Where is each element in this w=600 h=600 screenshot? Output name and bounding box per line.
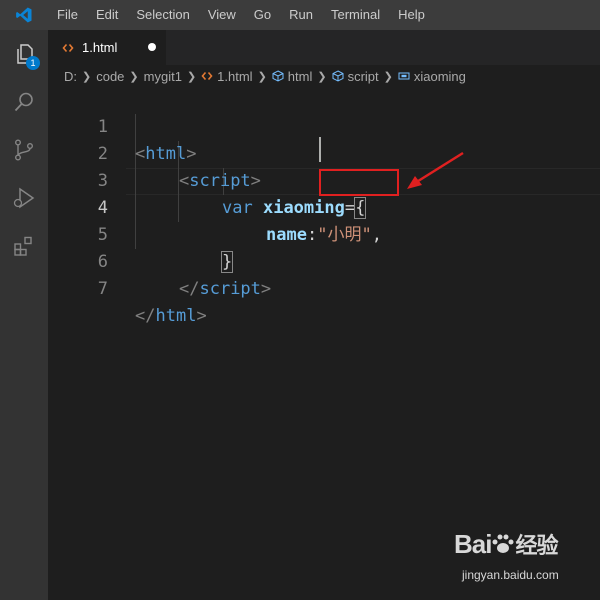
menu-selection[interactable]: Selection	[127, 0, 198, 30]
breadcrumb: D: ❯ code ❯ mygit1 ❯ 1.html ❯ html ❯ scr…	[48, 65, 600, 87]
chevron-right-icon: ❯	[317, 70, 327, 83]
tab-filename: 1.html	[82, 40, 118, 55]
activity-extensions[interactable]	[0, 222, 48, 270]
tag-name: script	[199, 279, 261, 299]
activity-run-debug[interactable]	[0, 174, 48, 222]
menu-edit[interactable]: Edit	[87, 0, 127, 30]
menu-go[interactable]: Go	[245, 0, 280, 30]
extensions-icon	[14, 236, 32, 256]
breadcrumb-symbol-label: xiaoming	[413, 68, 466, 84]
html-file-icon	[62, 43, 74, 52]
breadcrumb-folder-mygit1[interactable]: mygit1	[144, 69, 182, 84]
breadcrumb-symbol-xiaoming[interactable]: xiaoming	[398, 69, 466, 84]
annotation-arrow-icon	[407, 151, 464, 189]
chevron-right-icon: ❯	[186, 70, 197, 83]
search-icon	[14, 92, 33, 112]
watermark-brand: Bai 经验	[454, 529, 558, 559]
tag-bracket: >	[196, 306, 207, 326]
code-line[interactable]: 3 var xiaoming={	[48, 141, 600, 219]
menu-bar: File Edit Selection View Go Run Terminal…	[48, 0, 434, 30]
breadcrumb-symbol-label: html	[287, 68, 313, 84]
menu-view[interactable]: View	[199, 0, 245, 30]
code-editor[interactable]: 1 <html> 2 <script> 3 var xiaoming={ 4 n…	[48, 87, 600, 600]
code-line[interactable]: 6 </script>	[48, 222, 600, 299]
cube-icon	[272, 70, 284, 82]
breadcrumb-folder-code[interactable]: code	[96, 69, 124, 84]
breadcrumb-symbol-label: script	[347, 68, 379, 84]
unsaved-dot-icon[interactable]	[148, 43, 156, 51]
line-number: 7	[97, 279, 108, 299]
code-line[interactable]: 1 <html>	[48, 87, 600, 164]
breadcrumb-file-label: 1.html	[217, 68, 253, 84]
code-line[interactable]: 5 }	[48, 195, 600, 273]
breadcrumb-file[interactable]: 1.html	[201, 68, 253, 84]
source-control-icon	[15, 139, 33, 161]
chevron-right-icon: ❯	[383, 70, 393, 83]
menu-file[interactable]: File	[48, 0, 87, 30]
cube-icon	[332, 70, 344, 82]
tag-bracket: </	[179, 279, 200, 299]
tag-bracket: >	[260, 279, 272, 299]
code-line[interactable]: 7 </html>	[48, 249, 600, 326]
breadcrumb-drive[interactable]: D:	[64, 69, 77, 84]
baidu-watermark: Bai 经验 jingyan.baidu.com	[454, 528, 584, 590]
explorer-badge: 1	[26, 56, 40, 70]
chevron-right-icon: ❯	[129, 70, 139, 83]
chevron-right-icon: ❯	[82, 70, 92, 83]
code-line[interactable]: 2 <script>	[48, 114, 600, 191]
paw-logo-icon	[492, 534, 514, 553]
watermark-url: jingyan.baidu.com	[462, 568, 559, 582]
annotation-highlight-box	[319, 169, 399, 196]
activity-source-control[interactable]	[0, 126, 48, 174]
tag-bracket: </	[135, 306, 156, 326]
variable-icon	[398, 72, 410, 80]
menu-terminal[interactable]: Terminal	[322, 0, 389, 30]
title-bar: File Edit Selection View Go Run Terminal…	[0, 0, 600, 30]
chevron-right-icon: ❯	[257, 70, 267, 83]
activity-bar: 1	[0, 30, 48, 600]
run-debug-icon	[13, 187, 35, 209]
activity-search[interactable]	[0, 78, 48, 126]
tab-1-html[interactable]: 1.html	[48, 30, 166, 65]
breadcrumb-symbol-script[interactable]: script	[332, 69, 379, 84]
tag-name: html	[155, 306, 197, 326]
breadcrumb-symbol-html[interactable]: html	[272, 68, 313, 84]
text-cursor	[319, 137, 321, 162]
menu-help[interactable]: Help	[389, 0, 434, 30]
tab-bar: 1.html	[48, 30, 600, 65]
menu-run[interactable]: Run	[280, 0, 322, 30]
activity-explorer[interactable]: 1	[0, 30, 48, 78]
vscode-logo-icon	[0, 0, 48, 30]
html-file-icon	[201, 71, 213, 81]
